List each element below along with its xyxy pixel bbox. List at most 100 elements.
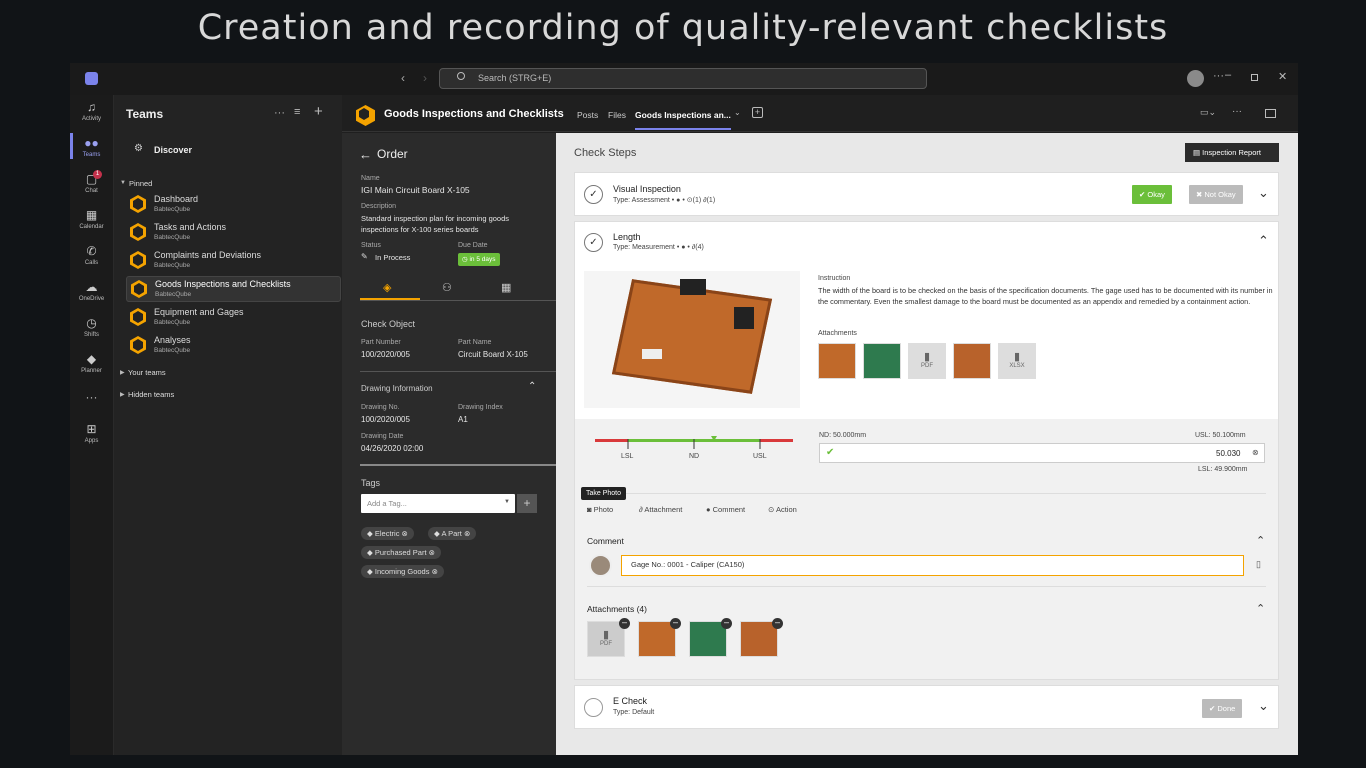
your-teams-toggle[interactable]: Your teams — [128, 368, 166, 377]
order-description: Standard inspection plan for incoming go… — [361, 214, 510, 234]
team-item[interactable]: Complaints and Deviations BabtecQube — [126, 248, 341, 274]
more-icon[interactable]: ··· — [1213, 70, 1224, 82]
photo-action[interactable]: ◙ Photo — [587, 505, 613, 514]
drawing-index-label: Drawing Index — [458, 404, 503, 411]
team-item[interactable]: Analyses BabtecQube — [126, 333, 341, 359]
attachment-xlsx[interactable]: ▮ XLSX — [998, 343, 1036, 379]
remove-attachment-icon[interactable]: – — [721, 618, 732, 629]
back-icon[interactable]: ‹ — [401, 71, 405, 85]
usl-value: USL: 50.100mm — [1195, 432, 1246, 439]
check-circle-icon[interactable]: ✓ — [584, 185, 603, 204]
rail-apps[interactable]: ⊞ Apps — [70, 422, 113, 444]
chevron-up-icon[interactable]: ⌃ — [1256, 602, 1265, 615]
channel-title: Goods Inspections and Checklists — [384, 108, 564, 120]
tag-chip[interactable]: ◆ Electric ⊗ — [361, 527, 414, 540]
back-arrow-icon[interactable]: ← — [359, 147, 372, 162]
phone-icon: ✆ — [86, 244, 97, 258]
rail-onedrive[interactable]: ☁ OneDrive — [70, 280, 113, 302]
people-icon[interactable]: ⚇ — [442, 281, 452, 294]
chevron-down-icon[interactable]: ⌄ — [734, 108, 741, 117]
remove-attachment-icon[interactable]: – — [772, 618, 783, 629]
part-number-label: Part Number — [361, 339, 401, 346]
rail-calendar[interactable]: ▦ Calendar — [70, 208, 113, 230]
rail-activity[interactable]: ♫ Activity — [70, 100, 113, 122]
check-circle-icon[interactable]: ✓ — [584, 233, 603, 252]
active-tab-underline — [635, 128, 731, 130]
clear-icon[interactable]: ⊗ — [1252, 448, 1259, 457]
planner-icon: ◆ — [86, 352, 97, 366]
attachments-heading: Attachments (4) — [587, 604, 647, 614]
rail-more[interactable]: ··· — [70, 390, 113, 404]
comment-input[interactable]: Gage No.: 0001 - Caliper (CA150) — [621, 555, 1244, 576]
file-label: XLSX — [1009, 363, 1025, 369]
add-icon[interactable]: + — [314, 103, 323, 120]
chevron-up-icon[interactable]: ⌃ — [528, 381, 536, 392]
team-sub: BabtecQube — [154, 234, 191, 241]
status-label: Status — [361, 242, 381, 249]
trash-icon[interactable]: ▯ — [1256, 559, 1261, 570]
check-circle-icon[interactable] — [584, 698, 603, 717]
add-tab-icon[interactable]: + — [752, 107, 763, 118]
tag-chip[interactable]: ◆ Purchased Part ⊗ — [361, 546, 441, 559]
search-input[interactable]: Search (STRG+E) — [439, 68, 927, 89]
tab-goods-inspections[interactable]: Goods Inspections an... — [635, 110, 731, 120]
chevron-up-icon[interactable]: ⌃ — [1258, 233, 1269, 249]
team-item[interactable]: Tasks and Actions BabtecQube — [126, 220, 341, 246]
drawing-info-heading[interactable]: Drawing Information — [361, 384, 433, 393]
done-button[interactable]: ✔ Done — [1202, 699, 1243, 718]
panel-icon[interactable] — [1265, 109, 1276, 118]
restore-icon[interactable] — [1251, 74, 1258, 81]
divider — [587, 586, 1266, 587]
remove-attachment-icon[interactable]: – — [670, 618, 681, 629]
rail-planner[interactable]: ◆ Planner — [70, 352, 113, 374]
chevron-down-icon[interactable]: ⌄ — [1258, 698, 1269, 714]
discover-link[interactable]: Discover — [154, 145, 192, 155]
attachment-pdf[interactable]: ▮ PDF — [908, 343, 946, 379]
remove-icon[interactable]: ⊗ — [432, 567, 438, 576]
measurement-input[interactable]: ✔ 50.030 ⊗ — [819, 443, 1265, 463]
part-number: 100/2020/005 — [361, 350, 410, 359]
attachment-thumb-green-board[interactable] — [863, 343, 901, 379]
video-icon[interactable]: ▭⌄ — [1200, 107, 1216, 118]
attachment-action[interactable]: ∂ Attachment — [639, 505, 682, 514]
calendar-icon[interactable]: ▦ — [501, 281, 511, 294]
filter-icon[interactable]: ≡ — [294, 106, 300, 118]
rail-shifts[interactable]: ◷ Shifts — [70, 316, 113, 338]
cloud-icon: ☁ — [85, 280, 98, 294]
rail-chat[interactable]: ▢ Chat — [70, 172, 113, 194]
tab-files[interactable]: Files — [608, 110, 626, 120]
minimize-icon[interactable]: – — [1225, 69, 1231, 81]
add-tag-button[interactable]: + — [517, 494, 537, 513]
tag-input[interactable]: Add a Tag... ▼ — [361, 494, 515, 513]
remove-icon[interactable]: ⊗ — [402, 529, 408, 538]
caret-down-icon[interactable]: ▼ — [504, 499, 510, 505]
tab-posts[interactable]: Posts — [577, 110, 598, 120]
avatar[interactable] — [1187, 70, 1204, 87]
chevron-up-icon[interactable]: ⌃ — [1256, 534, 1265, 547]
team-item[interactable]: Equipment and Gages BabtecQube — [126, 305, 341, 331]
comment-action[interactable]: ● Comment — [706, 505, 745, 514]
more-icon[interactable]: ··· — [274, 107, 285, 119]
chevron-down-icon[interactable]: ⌄ — [1258, 185, 1269, 201]
rail-teams[interactable]: ●● Teams — [70, 136, 113, 158]
not-okay-button[interactable]: ✖ Not Okay — [1189, 185, 1243, 204]
tag-chip[interactable]: ◆ A Part ⊗ — [428, 527, 477, 540]
remove-icon[interactable]: ⊗ — [429, 548, 435, 557]
attachment-thumb-board[interactable] — [818, 343, 856, 379]
attachments-label: Attachments — [818, 330, 857, 337]
action-action[interactable]: ⊙ Action — [768, 505, 797, 514]
hidden-teams-toggle[interactable]: Hidden teams — [128, 390, 174, 399]
remove-icon[interactable]: ⊗ — [464, 529, 470, 538]
team-item[interactable]: Dashboard BabtecQube — [126, 192, 341, 218]
close-icon[interactable]: ✕ — [1278, 70, 1287, 83]
attachment-thumb-board[interactable] — [953, 343, 991, 379]
tag-chip[interactable]: ◆ Incoming Goods ⊗ — [361, 565, 444, 578]
more-icon[interactable]: ··· — [1232, 106, 1242, 117]
rail-calls[interactable]: ✆ Calls — [70, 244, 113, 266]
okay-button[interactable]: ✔ Okay — [1132, 185, 1172, 204]
box-icon[interactable]: ◈ — [383, 281, 391, 294]
inspection-report-button[interactable]: ▤ Inspection Report — [1185, 143, 1279, 162]
remove-attachment-icon[interactable]: – — [619, 618, 630, 629]
forward-icon[interactable]: › — [423, 71, 427, 85]
team-item-selected[interactable]: Goods Inspections and Checklists BabtecQu… — [126, 276, 341, 302]
